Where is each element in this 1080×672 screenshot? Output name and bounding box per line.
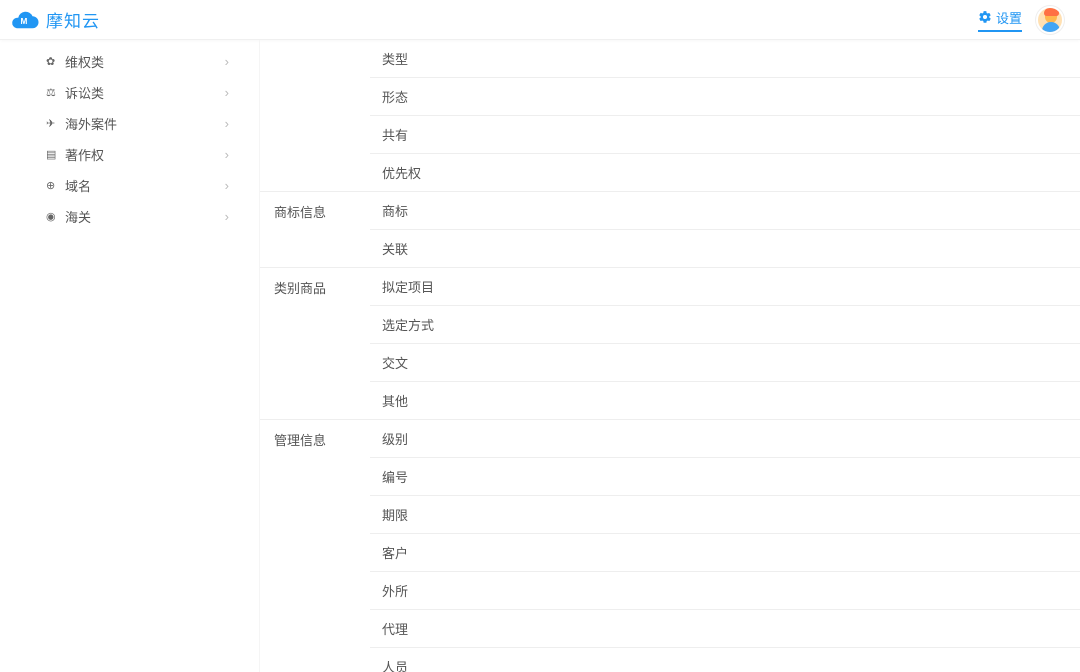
logo[interactable]: M 摩知云: [10, 7, 100, 32]
sidebar-item-label: 海外案件: [65, 114, 117, 133]
header: M 摩知云 设置: [0, 0, 1080, 40]
compass-icon: ◉: [46, 210, 59, 223]
field-row[interactable]: 优先权: [370, 154, 1080, 191]
header-right: 设置: [978, 6, 1064, 34]
svg-text:M: M: [21, 16, 28, 25]
sidebar-item-5[interactable]: ◉ 海关 ›: [0, 201, 259, 232]
brand-text: 摩知云: [46, 7, 100, 32]
field-row[interactable]: 商标: [370, 192, 1080, 230]
sidebar-item-label: 海关: [65, 207, 91, 226]
sidebar-item-3[interactable]: ▤ 著作权 ›: [0, 139, 259, 170]
chevron-right-icon: ›: [225, 54, 229, 69]
group-rows: 商标关联: [370, 192, 1080, 267]
field-row[interactable]: 关联: [370, 230, 1080, 267]
group-rows: 级别编号期限客户外所代理人员合同账单发票备注: [370, 420, 1080, 672]
field-row[interactable]: 形态: [370, 78, 1080, 116]
field-row[interactable]: 类型: [370, 40, 1080, 78]
group-label: 商标信息: [260, 192, 370, 267]
gear-icon: [978, 10, 992, 24]
chevron-right-icon: ›: [225, 116, 229, 131]
sidebar-item-label: 诉讼类: [65, 83, 104, 102]
field-row[interactable]: 客户: [370, 534, 1080, 572]
group-rows: 类型形态共有优先权: [370, 40, 1080, 191]
sidebar-item-1[interactable]: ⚖ 诉讼类 ›: [0, 77, 259, 108]
settings-label: 设置: [996, 8, 1022, 27]
group-2: 类别商品拟定项目选定方式交文其他: [260, 268, 1080, 420]
group-label: [260, 40, 370, 191]
field-row[interactable]: 拟定项目: [370, 268, 1080, 306]
field-row[interactable]: 期限: [370, 496, 1080, 534]
group-label: 类别商品: [260, 268, 370, 419]
group-3: 管理信息级别编号期限客户外所代理人员合同账单发票备注: [260, 420, 1080, 672]
sidebar-item-label: 著作权: [65, 145, 104, 164]
plane-icon: ✈: [46, 117, 59, 130]
chevron-right-icon: ›: [225, 147, 229, 162]
chevron-right-icon: ›: [225, 85, 229, 100]
sidebar-item-2[interactable]: ✈ 海外案件 ›: [0, 108, 259, 139]
avatar[interactable]: [1036, 6, 1064, 34]
field-row[interactable]: 交文: [370, 344, 1080, 382]
sidebar-item-4[interactable]: ⊕ 域名 ›: [0, 170, 259, 201]
field-row[interactable]: 编号: [370, 458, 1080, 496]
globe-icon: ⊕: [46, 179, 59, 192]
shield-icon: ✿: [46, 55, 59, 68]
settings-link[interactable]: 设置: [978, 8, 1022, 32]
field-row[interactable]: 人员: [370, 648, 1080, 672]
book-icon: ▤: [46, 148, 59, 161]
field-row[interactable]: 外所: [370, 572, 1080, 610]
group-rows: 拟定项目选定方式交文其他: [370, 268, 1080, 419]
group-label: 管理信息: [260, 420, 370, 672]
group-1: 商标信息商标关联: [260, 192, 1080, 268]
field-row[interactable]: 共有: [370, 116, 1080, 154]
sidebar-item-label: 维权类: [65, 52, 104, 71]
field-row[interactable]: 其他: [370, 382, 1080, 419]
sidebar-item-0[interactable]: ✿ 维权类 ›: [0, 46, 259, 77]
chevron-right-icon: ›: [225, 178, 229, 193]
sidebar: ✿ 维权类 › ⚖ 诉讼类 › ✈ 海外案件 › ▤ 著作权 › ⊕ 域名 › ◉ 海关 ›: [0, 40, 260, 672]
group-0: 类型形态共有优先权: [260, 40, 1080, 192]
field-row[interactable]: 级别: [370, 420, 1080, 458]
chevron-right-icon: ›: [225, 209, 229, 224]
main: ✿ 维权类 › ⚖ 诉讼类 › ✈ 海外案件 › ▤ 著作权 › ⊕ 域名 › ◉ 海关 › 类型形态共有优先权商…: [0, 40, 1080, 672]
content-panel: 类型形态共有优先权商标信息商标关联类别商品拟定项目选定方式交文其他管理信息级别编…: [260, 40, 1080, 672]
field-row[interactable]: 选定方式: [370, 306, 1080, 344]
sidebar-item-label: 域名: [65, 176, 91, 195]
field-row[interactable]: 代理: [370, 610, 1080, 648]
cloud-logo-icon: M: [10, 9, 40, 31]
gavel-icon: ⚖: [46, 86, 59, 99]
